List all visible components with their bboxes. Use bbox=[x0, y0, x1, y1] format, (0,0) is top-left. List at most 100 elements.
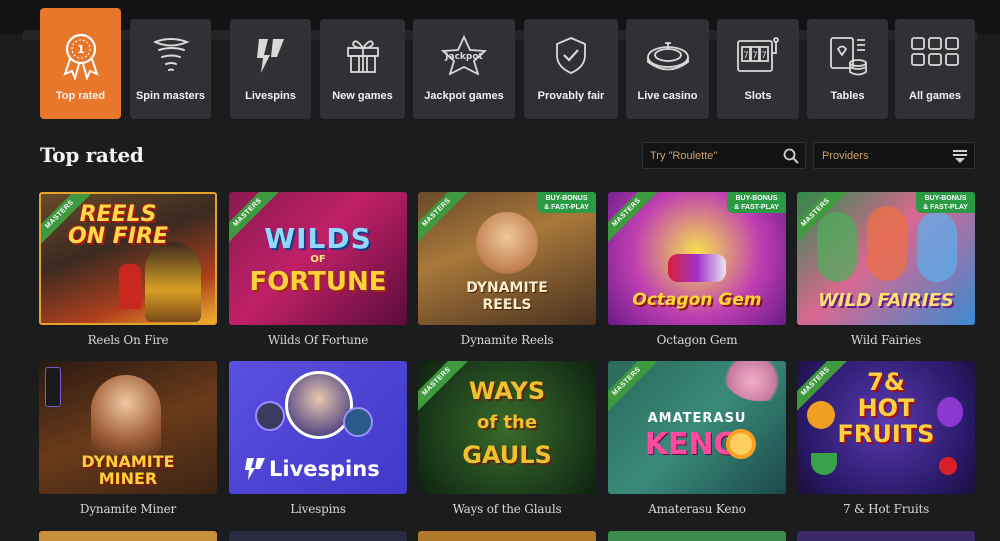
game-logo-line: DYNAMITE bbox=[81, 452, 175, 471]
category-label: Livespins bbox=[245, 90, 296, 102]
buy-bonus-badge: BUY-BONUS & FAST-PLAY bbox=[916, 192, 975, 213]
category-label: New games bbox=[332, 90, 393, 102]
buy-bonus-text: BUY-BONUS bbox=[924, 195, 967, 202]
category-label: Spin masters bbox=[135, 90, 206, 102]
game-card-octagon-gem[interactable]: Octagon Gem MASTERS BUY-BONUS & FAST-PLAY… bbox=[608, 192, 786, 347]
fast-play-text: & FAST-PLAY bbox=[734, 204, 779, 211]
game-thumbnail[interactable]: REELS ON FIRE MASTERS bbox=[39, 192, 217, 325]
fruit-decoration bbox=[939, 457, 957, 475]
game-thumbnail-partial[interactable] bbox=[797, 531, 975, 541]
game-logo-line: Livespins bbox=[269, 457, 380, 481]
filter-chevron-icon bbox=[953, 150, 967, 163]
game-thumbnail[interactable]: 7& HOT FRUITS MASTERS bbox=[797, 361, 975, 494]
search-icon[interactable] bbox=[783, 148, 799, 164]
slot-machine-icon: 7 7 7 bbox=[737, 37, 779, 72]
streamer-avatar bbox=[255, 401, 285, 431]
firefighter-figure bbox=[145, 242, 201, 322]
fairy-figure bbox=[867, 206, 907, 281]
category-label: Provably fair bbox=[537, 90, 605, 102]
game-thumbnail[interactable]: DYNAMITE MINER bbox=[39, 361, 217, 494]
shield-check-icon bbox=[556, 37, 586, 74]
category-provably-fair[interactable]: Provably fair bbox=[524, 19, 618, 119]
game-logo-line: FRUITS bbox=[837, 420, 935, 448]
game-logo-line: WILDS bbox=[264, 222, 372, 255]
category-new-games[interactable]: New games bbox=[320, 19, 405, 119]
miner-character bbox=[476, 212, 538, 274]
game-logo-line: HOT bbox=[857, 394, 915, 422]
category-bar: 1 Top rated Spin masters Livespins New g… bbox=[40, 8, 975, 119]
search-input[interactable] bbox=[643, 143, 779, 168]
providers-dropdown[interactable]: Providers bbox=[813, 142, 975, 169]
game-title: Octagon Gem bbox=[656, 333, 738, 347]
game-title: Livespins bbox=[290, 502, 346, 516]
game-logo-line: GAULS bbox=[462, 441, 552, 469]
category-top-rated[interactable]: 1 Top rated bbox=[40, 8, 121, 119]
game-card-amaterasu-keno[interactable]: AMATERASU KENO MASTERS Amaterasu Keno bbox=[608, 361, 786, 516]
game-card-wilds-of-fortune[interactable]: WILDS OF FORTUNE MASTERS Wilds Of Fortun… bbox=[229, 192, 407, 347]
game-logo-line: AMATERASU bbox=[647, 411, 747, 426]
game-thumbnail-partial[interactable] bbox=[229, 531, 407, 541]
category-label: Jackpot games bbox=[424, 90, 504, 102]
fire-hydrant bbox=[119, 264, 141, 309]
fast-play-text: & FAST-PLAY bbox=[923, 204, 968, 211]
category-label: Top rated bbox=[55, 90, 106, 102]
game-thumbnail[interactable]: WAYS of the GAULS MASTERS bbox=[418, 361, 596, 494]
providers-label: Providers bbox=[822, 150, 869, 162]
grid-icon bbox=[911, 37, 959, 66]
game-title: 7 & Hot Fruits bbox=[842, 502, 930, 516]
gift-box-icon bbox=[346, 40, 379, 73]
game-card-7-hot-fruits[interactable]: 7& HOT FRUITS MASTERS 7 & Hot Fruits bbox=[797, 361, 975, 516]
svg-text:7: 7 bbox=[743, 51, 749, 61]
game-thumbnail[interactable]: Livespins bbox=[229, 361, 407, 494]
game-card-reels-on-fire[interactable]: REELS ON FIRE MASTERS Reels On Fire bbox=[39, 192, 217, 347]
svg-text:Jackpot: Jackpot bbox=[444, 52, 483, 62]
game-thumbnail[interactable]: WILDS OF FORTUNE MASTERS bbox=[229, 192, 407, 325]
game-logo-connector: OF bbox=[310, 254, 326, 265]
game-card-wild-fairies[interactable]: WILD FAIRIES MASTERS BUY-BONUS & FAST-PLA… bbox=[797, 192, 975, 347]
category-jackpot-games[interactable]: Jackpot Jackpot games bbox=[413, 19, 515, 119]
game-row-partial bbox=[39, 531, 976, 541]
category-slots[interactable]: 7 7 7 Slots bbox=[717, 19, 799, 119]
game-thumbnail-partial[interactable] bbox=[39, 531, 217, 541]
tornado-icon bbox=[153, 38, 190, 71]
game-card-dynamite-reels[interactable]: DYNAMITE REELS MASTERS BUY-BONUS & FAST-P… bbox=[418, 192, 596, 347]
category-live-casino[interactable]: Live casino bbox=[626, 19, 709, 119]
fairy-figure bbox=[817, 212, 857, 282]
category-spin-masters[interactable]: Spin masters bbox=[130, 19, 211, 119]
category-label: Tables bbox=[830, 90, 865, 102]
game-thumbnail[interactable]: Octagon Gem MASTERS BUY-BONUS & FAST-PLAY bbox=[608, 192, 786, 325]
buy-bonus-text: BUY-BONUS bbox=[735, 195, 778, 202]
game-title: Wild Fairies bbox=[850, 333, 922, 347]
game-title: Dynamite Miner bbox=[79, 502, 177, 516]
category-tables[interactable]: Tables bbox=[807, 19, 888, 119]
game-logo-line: REELS bbox=[482, 297, 532, 313]
streamer-avatar bbox=[343, 407, 373, 437]
game-card-livespins[interactable]: Livespins Livespins bbox=[229, 361, 407, 516]
buy-bonus-badge: BUY-BONUS & FAST-PLAY bbox=[727, 192, 786, 213]
game-thumbnail[interactable]: AMATERASU KENO MASTERS bbox=[608, 361, 786, 494]
game-title: Ways of the Glauls bbox=[452, 502, 562, 516]
category-livespins[interactable]: Livespins bbox=[230, 19, 311, 119]
game-card-ways-of-the-gauls[interactable]: WAYS of the GAULS MASTERS Ways of the Gl… bbox=[418, 361, 596, 516]
svg-text:7: 7 bbox=[761, 51, 767, 61]
cards-chips-icon bbox=[829, 37, 867, 76]
game-thumbnail-partial[interactable] bbox=[608, 531, 786, 541]
miner-character bbox=[91, 375, 161, 455]
game-thumbnail-partial[interactable] bbox=[418, 531, 596, 541]
game-card-dynamite-miner[interactable]: DYNAMITE MINER Dynamite Miner bbox=[39, 361, 217, 516]
category-label: Slots bbox=[744, 90, 772, 102]
fast-play-text: & FAST-PLAY bbox=[544, 204, 589, 211]
sun-spiral bbox=[726, 429, 756, 459]
svg-text:1: 1 bbox=[77, 43, 85, 56]
category-all-games[interactable]: All games bbox=[895, 19, 975, 119]
game-logo-line: WILD FAIRIES bbox=[818, 290, 954, 311]
game-title: Amaterasu Keno bbox=[648, 502, 746, 516]
game-title: Wilds Of Fortune bbox=[267, 333, 369, 347]
game-logo-line: of the bbox=[476, 412, 538, 433]
game-thumbnail[interactable]: WILD FAIRIES MASTERS BUY-BONUS & FAST-PLA… bbox=[797, 192, 975, 325]
game-thumbnail[interactable]: DYNAMITE REELS MASTERS BUY-BONUS & FAST-P… bbox=[418, 192, 596, 325]
award-ribbon-icon: 1 bbox=[62, 33, 99, 80]
svg-text:7: 7 bbox=[752, 51, 758, 61]
cherry-blossoms bbox=[718, 361, 786, 401]
roulette-wheel-icon bbox=[646, 42, 689, 71]
